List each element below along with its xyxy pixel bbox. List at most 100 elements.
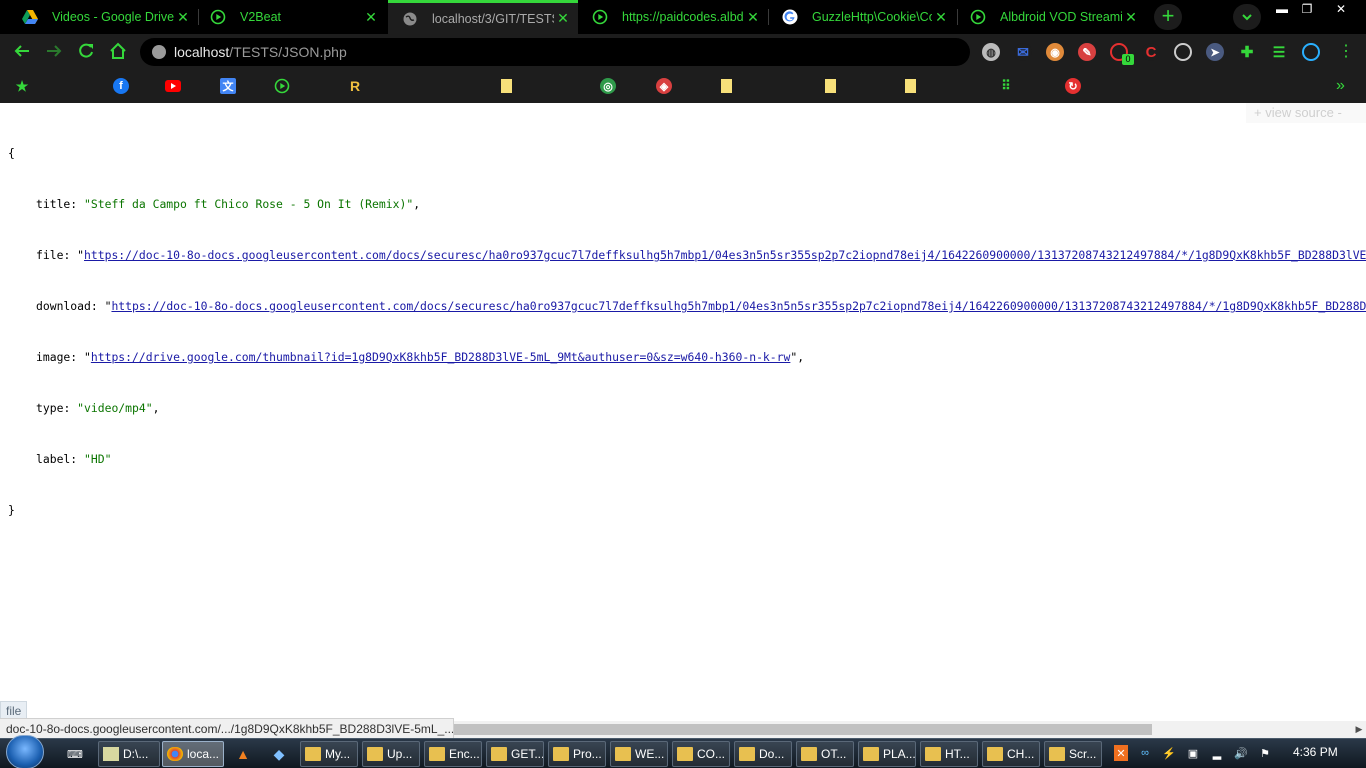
taskbar-item-folder-enc[interactable]: Enc... xyxy=(424,741,482,767)
signal-icon[interactable]: ▂ xyxy=(1210,745,1224,761)
tab-albdroid[interactable]: Albdroid VOD Streamin ✕ xyxy=(956,0,1146,34)
json-link-file[interactable]: https://doc-10-8o-docs.googleusercontent… xyxy=(84,248,1366,262)
bookmark-facebook-icon[interactable]: f xyxy=(113,78,129,94)
google-drive-icon xyxy=(22,9,38,25)
tab-title: Videos - Google Drive xyxy=(52,10,174,24)
close-icon[interactable]: ✕ xyxy=(362,9,380,26)
close-icon[interactable]: ✕ xyxy=(554,10,572,27)
bookmarks-overflow-icon[interactable]: » xyxy=(1336,77,1345,95)
network-tray-icon[interactable]: ⚡ xyxy=(1162,745,1176,761)
bookmark-folder-icon[interactable] xyxy=(718,78,734,94)
bookmark-globe-icon[interactable]: ◎ xyxy=(600,78,616,94)
minimize-button[interactable]: ▬ xyxy=(1270,0,1294,18)
extension-pen-icon[interactable]: ✎ xyxy=(1078,43,1096,61)
extension-badge: 0 xyxy=(1122,54,1134,65)
close-icon[interactable]: ✕ xyxy=(932,9,950,26)
tab-search-button[interactable] xyxy=(1233,4,1261,30)
taskbar-item-folder-ht[interactable]: HT... xyxy=(920,741,978,767)
close-icon[interactable]: ✕ xyxy=(174,9,192,26)
back-button[interactable] xyxy=(12,42,32,62)
taskbar-item-folder-co[interactable]: CO... xyxy=(672,741,730,767)
extension-globe-icon[interactable]: ◍ xyxy=(982,43,1000,61)
taskbar-item-folder-we[interactable]: WE... xyxy=(610,741,668,767)
close-icon[interactable]: ✕ xyxy=(744,9,762,26)
site-info-icon[interactable] xyxy=(152,45,166,59)
restore-button[interactable]: ❐ xyxy=(1295,0,1319,18)
bookmark-folder-icon[interactable] xyxy=(498,78,514,94)
bookmark-folder-icon[interactable] xyxy=(822,78,838,94)
menu-dots-icon[interactable]: ⋮ xyxy=(1338,43,1354,61)
taskbar-item-folder-ch[interactable]: CH... xyxy=(982,741,1040,767)
taskbar-item-folder-do[interactable]: Do... xyxy=(734,741,792,767)
vlc-icon[interactable]: ▲ xyxy=(234,745,252,763)
extension-cursor-icon[interactable]: ➤ xyxy=(1206,43,1224,61)
bookmark-apps-icon[interactable]: ⠿ xyxy=(998,78,1014,94)
toolbar: localhost/TESTS/JSON.php ◍ ✉ ◉ ✎ 0 C ➤ ✚… xyxy=(0,34,1366,70)
json-row-image: image: "https://drive.google.com/thumbna… xyxy=(36,350,805,364)
media-controls-icon[interactable]: ☰ xyxy=(1270,43,1288,61)
xampp-tray-icon[interactable]: ✕ xyxy=(1114,745,1128,761)
close-window-button[interactable]: ✕ xyxy=(1328,0,1354,18)
bookmark-translate-icon[interactable]: 文 xyxy=(220,78,236,94)
tab-guzzlehttp[interactable]: GuzzleHttp\Cookie\Coo ✕ xyxy=(768,0,956,34)
chrome-icon xyxy=(167,747,183,761)
arrow-right-icon xyxy=(47,45,62,57)
json-key: file xyxy=(36,248,64,262)
reload-icon xyxy=(79,43,93,58)
scroll-right-icon[interactable]: ▶ xyxy=(1353,723,1365,735)
flag-icon[interactable]: ⚑ xyxy=(1258,745,1272,761)
profile-avatar[interactable] xyxy=(1302,43,1320,61)
volume-icon[interactable]: 🔊 xyxy=(1234,745,1248,761)
folder-icon xyxy=(553,747,569,761)
tab-v2beat[interactable]: V2Beat ✕ xyxy=(196,0,386,34)
taskbar-item-folder-pla[interactable]: PLA... xyxy=(858,741,916,767)
bookmark-folder-icon[interactable] xyxy=(902,78,918,94)
taskbar-item-chrome[interactable]: loca... xyxy=(162,741,224,767)
bookmark-red-icon[interactable]: ◈ xyxy=(656,78,672,94)
json-key: label xyxy=(36,452,71,466)
home-button[interactable] xyxy=(108,42,128,62)
taskbar-item-folder-get[interactable]: GET... xyxy=(486,741,544,767)
extension-eye-icon[interactable]: ◉ xyxy=(1046,43,1064,61)
taskbar-item-folder-ot[interactable]: OT... xyxy=(796,741,854,767)
tab-paidcodes[interactable]: https://paidcodes.albdr ✕ xyxy=(578,0,768,34)
close-icon[interactable]: ✕ xyxy=(1122,9,1140,26)
bookmark-refresh-icon[interactable]: ↻ xyxy=(1065,78,1081,94)
app-diamond-icon[interactable]: ◆ xyxy=(270,745,288,763)
address-host: localhost xyxy=(174,44,230,60)
forward-button[interactable] xyxy=(44,42,64,62)
extension-mail-icon[interactable]: ✉ xyxy=(1014,43,1032,61)
taskbar-item-folder-scr[interactable]: Scr... xyxy=(1044,741,1102,767)
usb-tray-icon[interactable]: ▣ xyxy=(1186,745,1200,761)
bookmark-r-icon[interactable]: R xyxy=(347,78,363,94)
tab-localhost[interactable]: localhost/3/GIT/TESTS/J ✕ xyxy=(388,0,578,34)
bookmark-star-icon[interactable]: ★ xyxy=(14,78,30,94)
json-link-image[interactable]: https://drive.google.com/thumbnail?id=1g… xyxy=(91,350,791,364)
tab-google-drive[interactable]: Videos - Google Drive ✕ xyxy=(8,0,198,34)
address-bar[interactable]: localhost/TESTS/JSON.php xyxy=(140,38,970,66)
google-icon xyxy=(782,9,798,25)
new-tab-button[interactable]: + xyxy=(1154,4,1182,30)
tab-title: https://paidcodes.albdr xyxy=(622,10,744,24)
extension-compass-icon[interactable] xyxy=(1174,43,1192,61)
taskbar-clock[interactable]: 4:36 PM xyxy=(1293,745,1338,759)
reload-button[interactable] xyxy=(76,42,96,62)
json-link-download[interactable]: https://doc-10-8o-docs.googleusercontent… xyxy=(111,299,1366,313)
tab-title: GuzzleHttp\Cookie\Coo xyxy=(812,10,932,24)
tray-app-icon[interactable]: ∞ xyxy=(1138,745,1152,761)
bookmark-youtube-icon[interactable] xyxy=(165,78,181,94)
bookmark-play-icon[interactable] xyxy=(274,78,290,94)
json-close-brace: } xyxy=(8,503,15,517)
taskbar-item-notepad[interactable]: D:\... xyxy=(98,741,160,767)
start-button[interactable] xyxy=(6,735,44,768)
json-key: title xyxy=(36,197,71,211)
json-row-label: label: "HD" xyxy=(36,452,112,466)
keyboard-icon[interactable]: ⌨ xyxy=(66,745,84,763)
extension-c-icon[interactable]: C xyxy=(1142,43,1160,61)
taskbar-item-folder-up[interactable]: Up... xyxy=(362,741,420,767)
folder-icon xyxy=(429,747,445,761)
extensions-puzzle-icon[interactable]: ✚ xyxy=(1238,43,1256,61)
taskbar-item-folder-pro[interactable]: Pro... xyxy=(548,741,606,767)
taskbar-item-folder-my[interactable]: My... xyxy=(300,741,358,767)
json-open-brace: { xyxy=(8,146,15,160)
